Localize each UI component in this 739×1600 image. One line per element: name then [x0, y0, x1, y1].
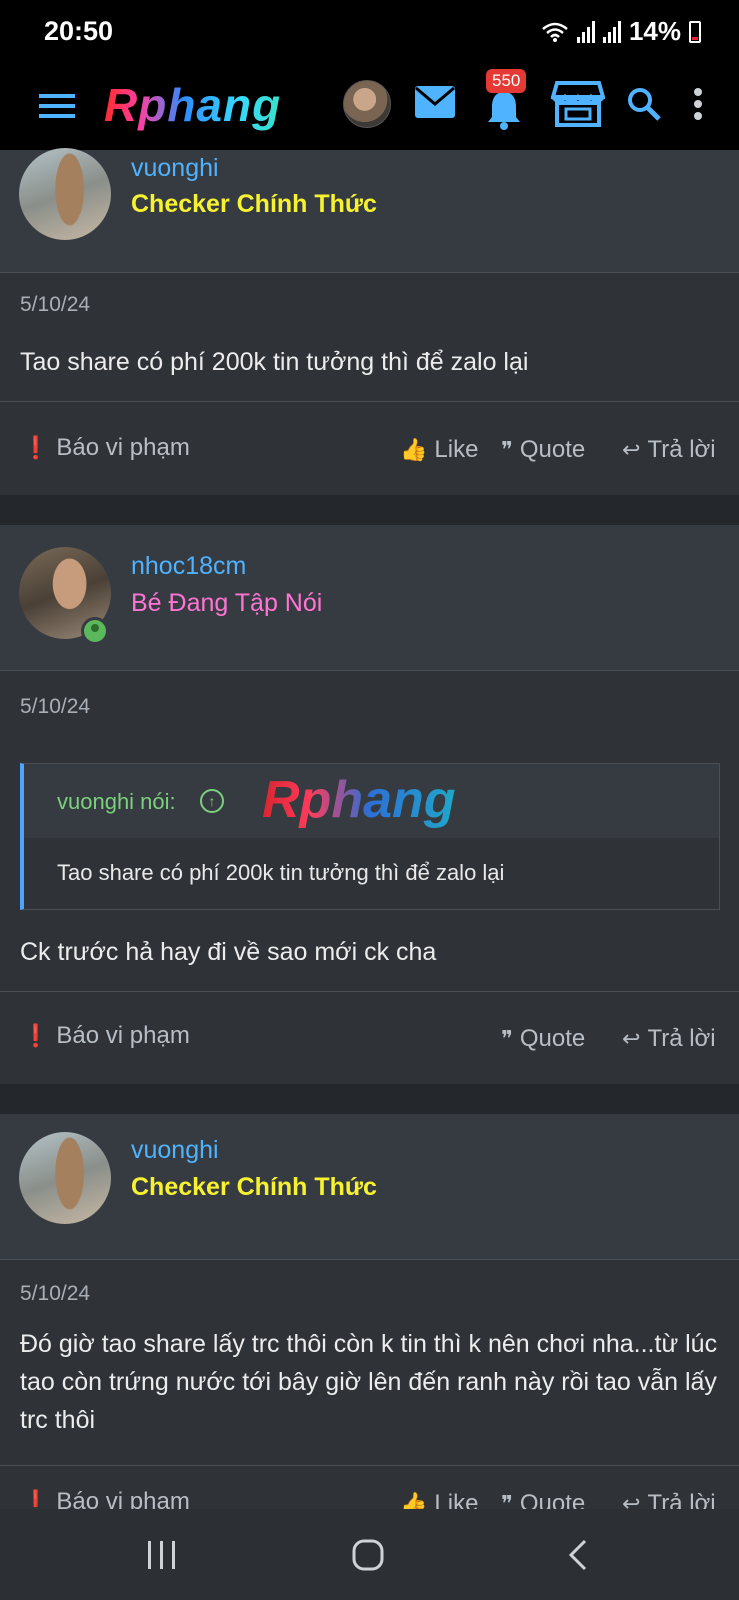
signal-icon [576, 20, 595, 43]
like-button[interactable]: 👍 Like [400, 436, 478, 464]
post-body: 5/10/24 Tao share có phí 200k tin tưởng … [0, 273, 739, 401]
poster-username[interactable]: nhoc18cm [131, 552, 246, 581]
quote-icon: ❞ [501, 1026, 513, 1051]
post-body: 5/10/24 Đó giờ tao share lấy trc thôi cò… [0, 1260, 739, 1465]
arrow-up-circle-icon[interactable]: ↑ [200, 789, 224, 813]
search-icon[interactable] [624, 84, 664, 124]
quote-icon: ❞ [501, 437, 513, 462]
reply-button[interactable]: ↩ Trả lời [622, 1490, 716, 1509]
recent-apps-icon[interactable] [140, 1533, 184, 1577]
poster-avatar[interactable] [19, 148, 111, 240]
status-bar: 20:50 14% [0, 0, 739, 66]
wifi-icon [542, 22, 568, 42]
alert-icon: ❗ [22, 1023, 50, 1048]
online-status-icon [81, 617, 109, 645]
report-label: Báo vi phạm [56, 1488, 190, 1509]
post-separator [0, 1084, 739, 1114]
post-actions: ❗ Báo vi phạm 👍 Like ❞ Quote ↩ Trả lời [0, 1466, 739, 1509]
post-date[interactable]: 5/10/24 [20, 695, 90, 719]
store-icon[interactable] [550, 78, 606, 128]
like-label: Like [434, 1490, 479, 1509]
post-date[interactable]: 5/10/24 [20, 1282, 90, 1306]
reply-icon: ↩ [622, 1026, 641, 1051]
user-avatar[interactable] [343, 80, 391, 128]
poster-title: Checker Chính Thức [131, 1173, 377, 1201]
battery-icon [689, 20, 701, 43]
poster-username[interactable]: vuonghi [131, 154, 219, 183]
post-user-block: vuonghi Checker Chính Thức [0, 1114, 739, 1259]
quote-author[interactable]: vuonghi nói: [57, 789, 176, 815]
post-message: Ck trước hả hay đi về sao mới ck cha [20, 938, 437, 966]
quote-button[interactable]: ❞ Quote [501, 1490, 585, 1509]
status-icons: 14% [541, 16, 701, 47]
post-actions: ❗ Báo vi phạm 👍 Like ❞ Quote ↩ Trả lời [0, 402, 739, 495]
quote-button[interactable]: ❞ Quote [501, 436, 585, 464]
notification-badge: 550 [486, 69, 527, 93]
thumbs-up-icon: 👍 [400, 437, 428, 462]
site-logo[interactable]: Rphang [104, 78, 281, 132]
post-body: 5/10/24 vuonghi nói: ↑ Rphang Tao share … [0, 671, 739, 991]
report-button[interactable]: ❗ Báo vi phạm [22, 1022, 190, 1050]
report-label: Báo vi phạm [56, 1022, 190, 1049]
system-nav-bar [0, 1509, 739, 1600]
quote-label: Quote [519, 436, 586, 463]
alert-icon: ❗ [22, 1489, 50, 1509]
like-button[interactable]: 👍 Like [400, 1490, 478, 1509]
reply-label: Trả lời [647, 436, 716, 463]
status-time: 20:50 [44, 16, 114, 46]
quote-button[interactable]: ❞ Quote [501, 1025, 585, 1053]
back-icon[interactable] [556, 1533, 600, 1577]
signal-icon [602, 20, 621, 43]
reply-button[interactable]: ↩ Trả lời [622, 436, 716, 464]
alert-icon: ❗ [22, 435, 50, 460]
reply-icon: ↩ [622, 1491, 641, 1509]
quote-icon: ❞ [501, 1491, 513, 1509]
post-date[interactable]: 5/10/24 [20, 293, 90, 317]
post-message: Đó giờ tao share lấy trc thôi còn k tin … [20, 1330, 718, 1434]
quote-block: vuonghi nói: ↑ Rphang Tao share có phí 2… [20, 763, 720, 910]
report-button[interactable]: ❗ Báo vi phạm [22, 434, 190, 462]
mail-icon[interactable] [413, 82, 457, 122]
quote-label: Quote [519, 1490, 586, 1509]
quote-text: Tao share có phí 200k tin tưởng thì để z… [57, 860, 505, 885]
poster-title: Checker Chính Thức [131, 190, 377, 218]
post-separator [0, 495, 739, 525]
bell-icon[interactable] [482, 88, 526, 132]
report-button[interactable]: ❗ Báo vi phạm [22, 1488, 190, 1509]
like-label: Like [434, 436, 479, 463]
reply-button[interactable]: ↩ Trả lời [622, 1025, 716, 1053]
more-options-icon[interactable] [688, 84, 708, 124]
menu-icon[interactable] [38, 86, 76, 126]
reply-label: Trả lời [647, 1490, 716, 1509]
thumbs-up-icon: 👍 [400, 1491, 428, 1509]
post-message: Tao share có phí 200k tin tưởng thì để z… [20, 348, 529, 376]
app-header: Rphang 550 [0, 66, 739, 151]
quote-label: Quote [519, 1025, 586, 1052]
reply-label: Trả lời [647, 1025, 716, 1052]
battery-percent: 14% [628, 16, 681, 46]
home-icon[interactable] [346, 1533, 390, 1577]
quote-watermark-logo: Rphang [262, 771, 456, 829]
poster-username[interactable]: vuonghi [131, 1136, 219, 1165]
poster-title: Bé Đang Tập Nói [131, 589, 323, 617]
reply-icon: ↩ [622, 437, 641, 462]
post-actions: ❗ Báo vi phạm ❞ Quote ↩ Trả lời [0, 992, 739, 1084]
post-user-block: nhoc18cm Bé Đang Tập Nói [0, 525, 739, 670]
report-label: Báo vi phạm [56, 434, 190, 461]
post-user-block: vuonghi Checker Chính Thức [0, 148, 739, 272]
poster-avatar[interactable] [19, 1132, 111, 1224]
